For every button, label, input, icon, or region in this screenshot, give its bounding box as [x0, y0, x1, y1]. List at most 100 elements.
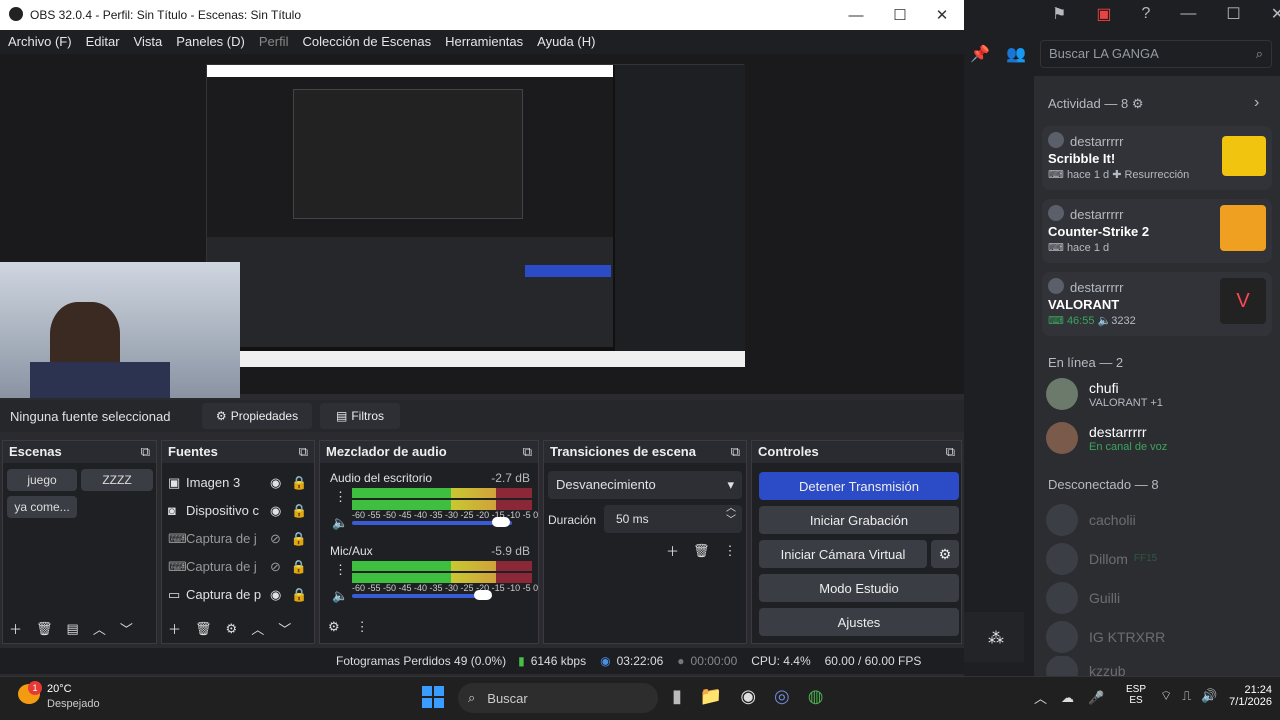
cloud-icon[interactable]: ☁	[1061, 690, 1074, 706]
wifi-icon[interactable]: ⌔	[1160, 688, 1172, 704]
member-item[interactable]: Guilli	[1046, 578, 1165, 617]
dock-undock-icon[interactable]: ⧉	[141, 444, 150, 460]
down-icon[interactable]: ﹀	[278, 619, 291, 638]
virtual-camera-settings-icon[interactable]: ⚙	[931, 540, 959, 568]
menu-vista[interactable]: Vista	[134, 30, 163, 54]
settings-button[interactable]: Ajustes	[759, 608, 959, 636]
volume-handle[interactable]	[492, 517, 510, 527]
transition-select[interactable]: Desvanecimiento ▾	[548, 471, 742, 499]
down-icon[interactable]: ﹀	[120, 619, 133, 638]
lock-icon[interactable]: 🔒	[291, 553, 307, 581]
scene-item[interactable]: ya come...	[7, 496, 77, 518]
properties-button[interactable]: ⚙ Propiedades	[202, 403, 312, 429]
obs-app-icon[interactable]: ◉	[740, 686, 756, 707]
eye-icon[interactable]: ◉	[270, 497, 281, 525]
stop-streaming-button[interactable]: Detener Transmisión	[759, 472, 959, 500]
gear-icon[interactable]: ⚙	[226, 621, 238, 637]
speaker-icon[interactable]: 🔈	[332, 588, 348, 604]
source-item[interactable]: ⌨ Captura de j ⊘ 🔒	[168, 553, 308, 581]
dock-undock-icon[interactable]: ⧉	[299, 444, 308, 460]
volume-slider[interactable]	[352, 521, 512, 525]
studio-mode-button[interactable]: Modo Estudio	[759, 574, 959, 602]
up-icon[interactable]: ︿	[93, 619, 106, 638]
volume-slider[interactable]	[352, 594, 492, 598]
source-item[interactable]: ▭ Captura de p ◉ 🔒	[168, 581, 308, 609]
discord-app-icon[interactable]: ◎	[774, 686, 790, 707]
up-icon[interactable]: ︿	[251, 619, 264, 638]
activity-card[interactable]: destarrrrr Counter-Strike 2 ⌨ hace 1 d	[1042, 199, 1272, 263]
minimize-button[interactable]: —	[834, 0, 878, 30]
eye-icon[interactable]: ◉	[270, 581, 281, 609]
eye-hidden-icon[interactable]: ⊘	[270, 525, 281, 553]
menu-icon[interactable]: ⋮	[724, 543, 737, 559]
trash-icon[interactable]: 🗑	[36, 621, 53, 637]
duration-spinbox[interactable]: 50 ms ︿ ﹀	[604, 503, 742, 533]
task-view-icon[interactable]: ▮	[672, 686, 682, 707]
activity-card[interactable]: destarrrrr Scribble It! ⌨ hace 1 d ✚ Res…	[1042, 126, 1272, 190]
server-search-input[interactable]: Buscar LA GANGA ⌕	[1040, 40, 1272, 68]
menu-herramientas[interactable]: Herramientas	[445, 30, 523, 54]
eye-hidden-icon[interactable]: ⊘	[270, 553, 281, 581]
menu-paneles[interactable]: Paneles (D)	[176, 30, 245, 54]
member-item[interactable]: cacholii	[1046, 500, 1165, 539]
filters-button[interactable]: ▤ Filtros	[320, 403, 400, 429]
menu-coleccion[interactable]: Colección de Escenas	[302, 30, 431, 54]
volume-icon[interactable]: 🔊	[1201, 688, 1217, 704]
close-icon[interactable]: ✕	[1271, 4, 1280, 24]
trash-icon[interactable]: 🗑	[693, 543, 710, 559]
inbox-icon[interactable]: ▣	[1096, 4, 1111, 24]
speaker-icon[interactable]: 🔈	[332, 515, 348, 531]
menu-editar[interactable]: Editar	[86, 30, 120, 54]
dock-undock-icon[interactable]: ⧉	[731, 444, 740, 460]
source-item[interactable]: ▣ Imagen 3 ◉ 🔒	[168, 469, 308, 497]
member-item[interactable]: IG KTRXRR	[1046, 617, 1165, 656]
menu-icon[interactable]: ⋮	[334, 489, 347, 505]
flag-icon[interactable]: ⚑	[1052, 4, 1066, 24]
minimize-icon[interactable]: —	[1180, 5, 1196, 23]
dock-undock-icon[interactable]: ⧉	[523, 444, 532, 460]
apps-icon[interactable]: ⁂	[988, 628, 1004, 648]
maximize-button[interactable]: ☐	[878, 0, 922, 30]
taskbar-search[interactable]: ⌕ Buscar	[458, 683, 658, 713]
chevron-right-icon[interactable]: ›	[1254, 94, 1259, 112]
trash-icon[interactable]: 🗑	[195, 621, 212, 637]
lock-icon[interactable]: 🔒	[291, 525, 307, 553]
eye-icon[interactable]: ◉	[270, 469, 281, 497]
lock-icon[interactable]: 🔒	[291, 581, 307, 609]
file-explorer-icon[interactable]: 📁	[700, 686, 722, 707]
add-icon[interactable]: ＋	[666, 541, 679, 560]
microphone-icon[interactable]: 🎤	[1088, 690, 1104, 706]
dock-undock-icon[interactable]: ⧉	[946, 444, 955, 460]
volume-handle[interactable]	[474, 590, 492, 600]
menu-archivo[interactable]: Archivo (F)	[8, 30, 72, 54]
add-icon[interactable]: ＋	[168, 619, 181, 638]
chrome-app-icon[interactable]: ◍	[808, 686, 824, 707]
start-recording-button[interactable]: Iniciar Grabación	[759, 506, 959, 534]
activity-card[interactable]: destarrrrr VALORANT ⌨ 46:55 🔈3232 V	[1042, 272, 1272, 336]
maximize-icon[interactable]: ☐	[1226, 4, 1240, 24]
scene-item[interactable]: juego	[7, 469, 77, 491]
source-item[interactable]: ⌨ Captura de j ⊘ 🔒	[168, 525, 308, 553]
filter-icon[interactable]: ▤	[67, 621, 79, 637]
help-icon[interactable]: ?	[1141, 5, 1150, 23]
network-icon[interactable]: ⎍	[1182, 688, 1191, 704]
clock[interactable]: 21:24 7/1/2026	[1222, 684, 1272, 708]
menu-perfil[interactable]: Perfil	[259, 30, 289, 54]
stepper-icon[interactable]: ︿ ﹀	[726, 503, 736, 527]
members-icon[interactable]: 👥	[1006, 44, 1026, 64]
start-virtual-camera-button[interactable]: Iniciar Cámara Virtual	[759, 540, 927, 568]
chevron-up-icon[interactable]: ︿	[1034, 688, 1047, 707]
activity-header[interactable]: Actividad — 8 ⚙	[1048, 96, 1143, 112]
scene-item[interactable]: ZZZZ	[81, 469, 153, 491]
lock-icon[interactable]: 🔒	[291, 497, 307, 525]
pin-icon[interactable]: 📌	[970, 44, 990, 64]
windows-start-icon[interactable]	[422, 686, 444, 708]
member-item[interactable]: Dillom FF15	[1046, 539, 1165, 578]
menu-icon[interactable]: ⋮	[356, 619, 369, 635]
add-icon[interactable]: ＋	[9, 619, 22, 638]
source-item[interactable]: ◙ Dispositivo c ◉ 🔒	[168, 497, 308, 525]
close-button[interactable]: ✕	[920, 0, 964, 30]
advanced-audio-icon[interactable]: ⚙	[328, 619, 340, 635]
language-indicator[interactable]: ESP ES	[1126, 684, 1146, 706]
lock-icon[interactable]: 🔒	[291, 469, 307, 497]
